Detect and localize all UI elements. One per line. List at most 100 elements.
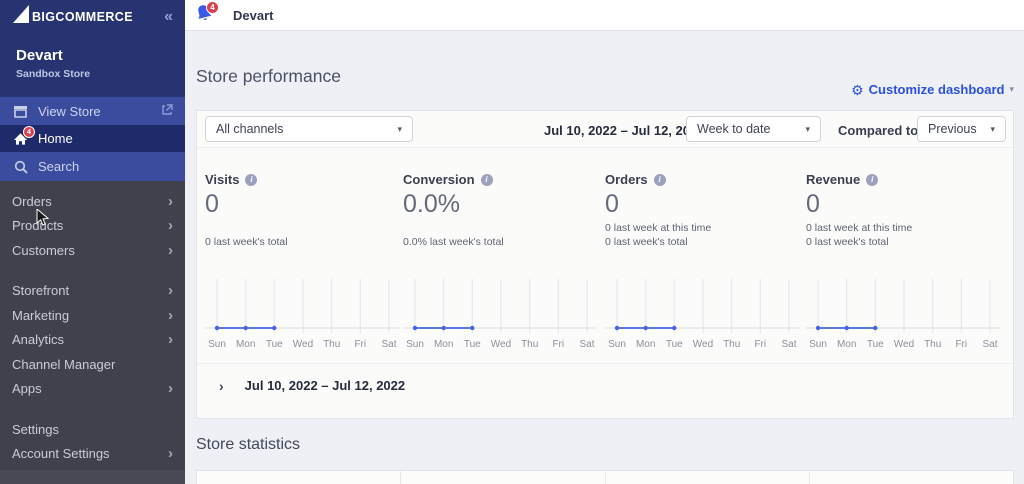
customize-dashboard-label: Customize dashboard (868, 82, 1005, 97)
svg-text:Wed: Wed (894, 339, 914, 350)
metric-subtext: 0.0% last week's total (403, 236, 504, 248)
nav-label: Channel Manager (12, 356, 116, 372)
compared-to-label: Compared to (838, 123, 919, 138)
metric-visits: Visits i 0 0 last week's total Sun Mon Tue W… (205, 148, 401, 363)
svg-text:Fri: Fri (754, 339, 766, 350)
svg-text:Sat: Sat (781, 339, 796, 350)
storefront-icon (12, 103, 29, 119)
external-link-icon (161, 103, 173, 119)
svg-text:Thu: Thu (924, 339, 941, 350)
conversion-sparkline-chart: Sun Mon Tue Wed Thu Fri Sat (403, 279, 597, 350)
notifications-bell-icon[interactable]: 4 (195, 1, 219, 26)
customize-dashboard-button[interactable]: ⚙ Customize dashboard ▾ (851, 82, 1014, 97)
sidebar-item-orders[interactable]: Orders › (0, 189, 185, 214)
store-statistics-title: Store statistics (196, 436, 301, 453)
statistics-table-cell (401, 471, 606, 484)
metric-value: 0 (205, 190, 219, 218)
home-icon: 4 (12, 125, 35, 147)
svg-text:Tue: Tue (666, 339, 683, 350)
metric-subtext: 0 last week's total (806, 236, 889, 248)
nav-label: Settings (12, 421, 59, 437)
search-label: Search (38, 159, 80, 174)
view-store-label: View Store (38, 103, 101, 119)
statistics-table-cell (606, 471, 810, 484)
bigcommerce-logo-text: BIGCOMMERCE (32, 9, 133, 24)
info-icon[interactable]: i (245, 173, 258, 186)
caret-down-icon: ▾ (990, 123, 995, 134)
sidebar-store-name: Devart (16, 47, 63, 64)
period-filter-value: Week to date (697, 122, 771, 136)
date-range-expander[interactable]: › Jul 10, 2022 – Jul 12, 2022 (197, 363, 1013, 419)
period-filter-select[interactable]: Week to date ▾ (686, 116, 821, 142)
sidebar-item-search[interactable]: Search (0, 152, 185, 181)
metric-subtext: 0 last week's total (205, 236, 288, 248)
sidebar-item-home[interactable]: 4 Home (0, 125, 185, 152)
expander-date-label: Jul 10, 2022 – Jul 12, 2022 (244, 378, 406, 393)
sidebar-item-settings[interactable]: Settings (0, 417, 185, 442)
channel-filter-select[interactable]: All channels ▾ (205, 116, 413, 142)
chevron-right-icon: › (168, 192, 173, 210)
sidebar-item-analytics[interactable]: Analytics › (0, 328, 185, 353)
nav-label: Analytics (12, 332, 65, 348)
topbar: 4 Devart (185, 0, 1024, 31)
metric-subtext: 0 last week at this time (605, 222, 712, 234)
info-icon[interactable]: i (866, 173, 879, 186)
nav-label: Apps (12, 381, 42, 397)
nav-label: Orders (12, 193, 52, 209)
topbar-store-tab[interactable]: Devart (233, 8, 273, 23)
svg-text:Tue: Tue (867, 339, 884, 350)
sidebar-item-view-store[interactable]: View Store (0, 97, 185, 125)
sidebar-item-storefront[interactable]: Storefront › (0, 279, 185, 304)
bigcommerce-logo-icon (12, 4, 30, 29)
caret-down-icon: ▾ (1009, 84, 1014, 94)
info-icon[interactable]: i (653, 173, 666, 186)
metric-revenue: Revenue i 0 0 last week at this time 0 la… (806, 148, 1002, 363)
orders-sparkline-chart: Sun Mon Tue Wed Thu Fri Sat (605, 279, 799, 350)
sidebar-brand-section: BIGCOMMERCE « Devart Sandbox Store (0, 0, 185, 97)
sidebar-item-customers[interactable]: Customers › (0, 238, 185, 263)
svg-text:Sun: Sun (406, 339, 424, 350)
visits-sparkline-chart: Sun Mon Tue Wed Thu Fri Sat (205, 279, 399, 350)
sidebar-item-channel-manager[interactable]: Channel Manager (0, 352, 185, 377)
svg-text:Wed: Wed (693, 339, 713, 350)
sidebar-item-marketing[interactable]: Marketing › (0, 303, 185, 328)
sidebar-nav: Orders › Products › Customers › Storefront ›… (0, 181, 185, 466)
chevron-right-icon: › (168, 331, 173, 349)
nav-group-divider (0, 263, 185, 279)
sidebar-item-account-settings[interactable]: Account Settings › (0, 442, 185, 467)
svg-text:Fri: Fri (354, 339, 366, 350)
chevron-right-icon: › (168, 306, 173, 324)
chevron-right-icon: › (168, 241, 173, 259)
collapse-sidebar-icon[interactable]: « (164, 8, 173, 26)
sidebar-item-products[interactable]: Products › (0, 214, 185, 239)
svg-text:Fri: Fri (955, 339, 967, 350)
svg-text:Sun: Sun (208, 339, 226, 350)
metric-conversion: Conversion i 0.0% 0.0% last week's total … (403, 148, 599, 363)
svg-text:Wed: Wed (491, 339, 511, 350)
home-notification-badge: 4 (23, 125, 35, 138)
svg-text:Thu: Thu (323, 339, 340, 350)
performance-filter-bar: All channels ▾ Jul 10, 2022 – Jul 12, 20… (197, 111, 1013, 148)
metric-subtext: 0 last week's total (605, 236, 688, 248)
svg-text:Sat: Sat (982, 339, 997, 350)
metric-value: 0 (806, 190, 820, 218)
svg-text:Sat: Sat (381, 339, 396, 350)
metric-value: 0.0% (403, 190, 460, 218)
comparison-filter-value: Previous (928, 122, 977, 136)
caret-down-icon: ▾ (805, 123, 810, 134)
caret-down-icon: ▾ (397, 123, 402, 134)
svg-text:Mon: Mon (837, 339, 856, 350)
date-range-text: Jul 10, 2022 – Jul 12, 2022 (544, 123, 705, 138)
metric-label: Conversion (403, 172, 475, 187)
svg-text:Thu: Thu (521, 339, 538, 350)
comparison-filter-select[interactable]: Previous ▾ (917, 116, 1006, 142)
svg-text:Wed: Wed (293, 339, 313, 350)
chevron-right-icon: › (168, 445, 173, 463)
info-icon[interactable]: i (480, 173, 493, 186)
revenue-sparkline-chart: Sun Mon Tue Wed Thu Fri Sat (806, 279, 1000, 350)
chevron-right-icon: › (168, 380, 173, 398)
sidebar-item-apps[interactable]: Apps › (0, 377, 185, 402)
svg-text:Thu: Thu (723, 339, 740, 350)
metric-label: Visits (205, 172, 240, 187)
nav-label: Marketing (12, 307, 70, 323)
